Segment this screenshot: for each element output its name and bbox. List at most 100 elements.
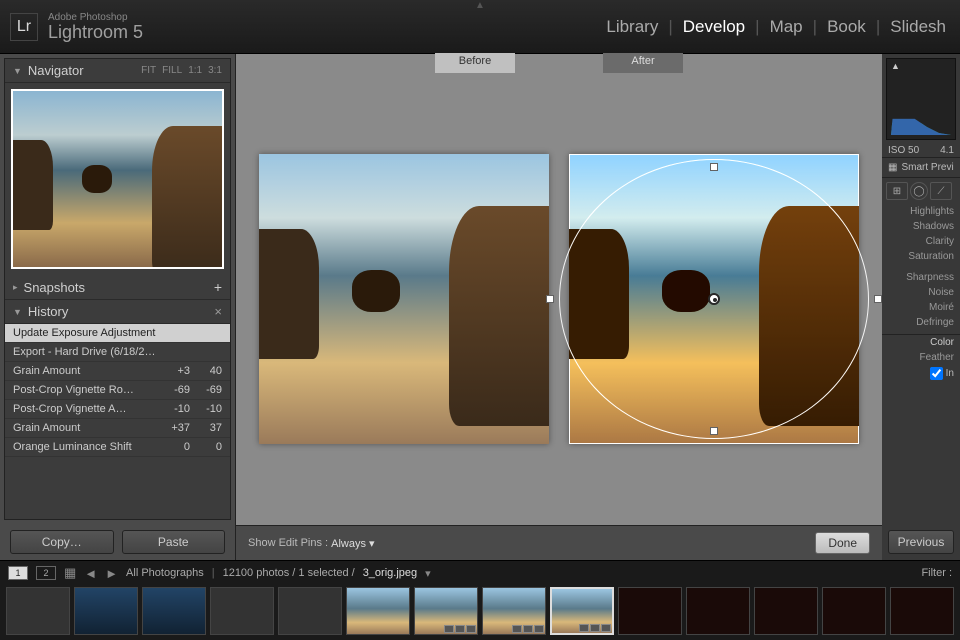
before-tab[interactable]: Before <box>435 53 515 73</box>
add-snapshot-icon[interactable]: + <box>214 279 222 295</box>
history-row[interactable]: Grain Amount+340 <box>5 362 230 381</box>
crop-tool-icon[interactable]: ⊞ <box>886 182 908 200</box>
history-row[interactable]: Update Exposure Adjustment <box>5 324 230 343</box>
filmstrip-thumb[interactable] <box>346 587 410 635</box>
edit-pins-dropdown[interactable]: Always ▾ <box>331 537 374 550</box>
local-tools: ⊞ ◯ ⟋ <box>882 178 960 204</box>
module-tab-slidesh[interactable]: Slidesh <box>886 15 950 39</box>
history-value: 0 <box>190 441 222 453</box>
adj-highlights[interactable]: Highlights <box>882 204 960 219</box>
before-image[interactable] <box>259 154 549 444</box>
forward-icon[interactable]: ► <box>105 566 118 581</box>
chevron-down-icon[interactable]: ▼ <box>13 307 22 317</box>
filmstrip-thumb[interactable] <box>6 587 70 635</box>
histogram[interactable]: ▲ <box>886 58 956 140</box>
left-panel: ▼ Navigator FITFILL1:13:1 ▸ Snapshots + … <box>0 54 236 560</box>
invert-checkbox[interactable] <box>930 367 943 380</box>
clipping-arrow-icon[interactable]: ▲ <box>891 61 900 71</box>
history-label: Grain Amount <box>13 422 158 434</box>
history-delta: 0 <box>158 441 190 453</box>
adj-noise[interactable]: Noise <box>882 285 960 300</box>
radial-tool-icon[interactable]: ◯ <box>910 182 928 200</box>
clear-history-icon[interactable]: × <box>214 304 222 319</box>
snapshots-header[interactable]: ▸ Snapshots + <box>5 275 230 300</box>
zoom-options: FIT FILL 1:1 3:1 <box>141 65 222 76</box>
adj-saturation[interactable]: Saturation <box>882 249 960 264</box>
filename-label[interactable]: 3_orig.jpeg <box>363 567 417 579</box>
secondary-display-button[interactable]: 2 <box>36 566 56 580</box>
radial-handle-bottom[interactable] <box>710 427 718 435</box>
done-button[interactable]: Done <box>815 532 870 554</box>
module-tab-develop[interactable]: Develop <box>679 15 749 39</box>
radial-filter-overlay[interactable] <box>559 159 869 439</box>
exif-info: ISO 50 4.1 <box>882 144 960 157</box>
zoom-fill[interactable]: FILL <box>162 65 182 76</box>
zoom-3:1[interactable]: 3:1 <box>208 65 222 76</box>
filename-dropdown-icon[interactable]: ▾ <box>425 567 431 580</box>
chevron-down-icon[interactable]: ▼ <box>13 66 22 76</box>
adj-moiré[interactable]: Moiré <box>882 300 960 315</box>
after-tab[interactable]: After <box>603 53 683 73</box>
chevron-right-icon[interactable]: ▸ <box>13 282 18 293</box>
module-tab-book[interactable]: Book <box>823 15 870 39</box>
module-tab-map[interactable]: Map <box>766 15 807 39</box>
previous-button[interactable]: Previous <box>888 530 954 554</box>
radial-handle-right[interactable] <box>874 295 882 303</box>
radial-handle-top[interactable] <box>710 163 718 171</box>
history-row[interactable]: Grain Amount+3737 <box>5 419 230 438</box>
history-label: Post-Crop Vignette A… <box>13 403 158 415</box>
color-section[interactable]: Color <box>882 334 960 350</box>
invert-row[interactable]: In <box>882 365 960 382</box>
adj-shadows[interactable]: Shadows <box>882 219 960 234</box>
filmstrip-thumb[interactable] <box>686 587 750 635</box>
history-row[interactable]: Export - Hard Drive (6/18/2013 12:32… <box>5 343 230 362</box>
iso-label: ISO 50 <box>888 145 919 156</box>
navigator-header[interactable]: ▼ Navigator FITFILL1:13:1 <box>5 59 230 83</box>
filmstrip-thumb[interactable] <box>74 587 138 635</box>
history-header[interactable]: ▼ History × <box>5 300 230 324</box>
snapshots-title: Snapshots <box>24 280 85 295</box>
history-delta: -69 <box>158 384 190 396</box>
filmstrip-thumb[interactable] <box>210 587 274 635</box>
filmstrip-thumb[interactable] <box>550 587 614 635</box>
adj-defringe[interactable]: Defringe <box>882 315 960 330</box>
adj-clarity[interactable]: Clarity <box>882 234 960 249</box>
filter-label[interactable]: Filter : <box>921 567 952 579</box>
copy-button[interactable]: Copy… <box>10 530 114 554</box>
adj-sharpness[interactable]: Sharpness <box>882 270 960 285</box>
center-toolbar: Show Edit Pins : Always ▾ Done <box>236 525 882 560</box>
collapse-top-arrow[interactable]: ▲ <box>475 0 485 11</box>
filmstrip-thumbs[interactable] <box>0 585 960 640</box>
source-label[interactable]: All Photographs <box>126 567 204 579</box>
filmstrip-thumb[interactable] <box>618 587 682 635</box>
navigator-preview[interactable] <box>11 89 224 269</box>
filmstrip-thumb[interactable] <box>482 587 546 635</box>
filmstrip-thumb[interactable] <box>142 587 206 635</box>
paste-button[interactable]: Paste <box>122 530 226 554</box>
filmstrip-thumb[interactable] <box>414 587 478 635</box>
filmstrip-thumb[interactable] <box>822 587 886 635</box>
center-panel: Before After Show Edit Pins : Alway <box>236 54 882 560</box>
radial-pin-center[interactable] <box>708 293 720 305</box>
history-row[interactable]: Orange Luminance Shift00 <box>5 438 230 457</box>
brand-large: Lightroom 5 <box>48 23 143 41</box>
back-icon[interactable]: ◄ <box>84 566 97 581</box>
radial-handle-left[interactable] <box>546 295 554 303</box>
invert-label: In <box>946 368 954 379</box>
history-value: -10 <box>190 403 222 415</box>
history-row[interactable]: Post-Crop Vignette Ro…-69-69 <box>5 381 230 400</box>
filmstrip-thumb[interactable] <box>278 587 342 635</box>
history-row[interactable]: Post-Crop Vignette A…-10-10 <box>5 400 230 419</box>
smart-preview-row[interactable]: ▦ Smart Previ <box>882 157 960 178</box>
brush-tool-icon[interactable]: ⟋ <box>930 182 952 200</box>
after-image[interactable] <box>569 154 859 444</box>
zoom-1:1[interactable]: 1:1 <box>188 65 202 76</box>
zoom-fit[interactable]: FIT <box>141 65 156 76</box>
filmstrip-thumb[interactable] <box>754 587 818 635</box>
history-label: Export - Hard Drive (6/18/2013 12:32… <box>13 346 158 358</box>
primary-display-button[interactable]: 1 <box>8 566 28 580</box>
filmstrip-thumb[interactable] <box>890 587 954 635</box>
history-list: Update Exposure Adjustment Export - Hard … <box>5 324 230 519</box>
grid-icon[interactable]: ▦ <box>64 565 76 581</box>
module-tab-library[interactable]: Library <box>602 15 662 39</box>
